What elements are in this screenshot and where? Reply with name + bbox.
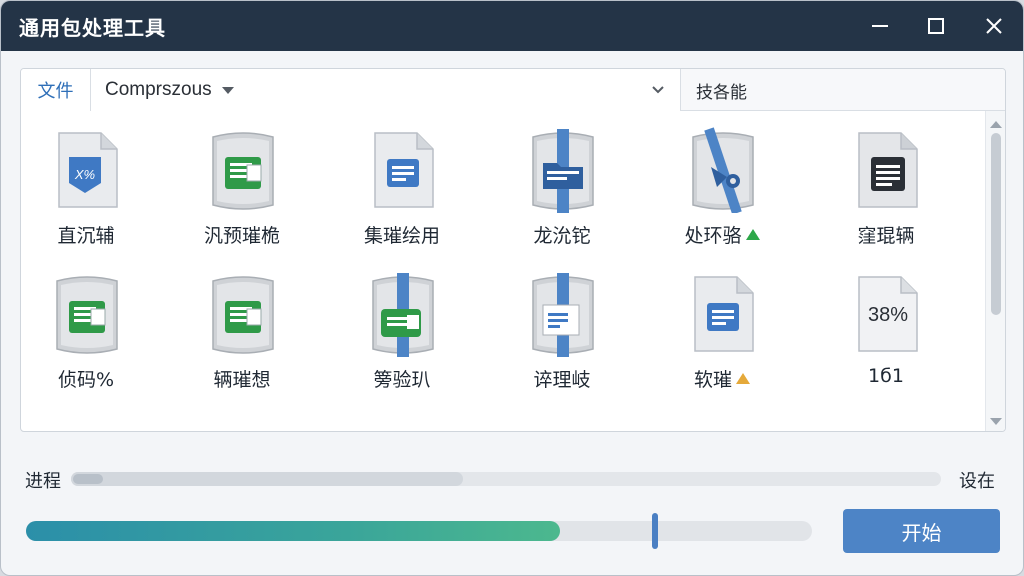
blue-folder-package-icon	[532, 129, 594, 213]
minimize-icon	[872, 25, 888, 27]
blue-strapped-document-icon	[532, 273, 594, 357]
file-item[interactable]: 篣验玐	[337, 271, 467, 411]
file-label: 软璀	[657, 365, 787, 392]
green-spreadsheet-package-icon	[212, 276, 274, 354]
blue-tool-package-icon	[692, 127, 754, 213]
text-document-icon	[858, 132, 918, 208]
file-label: 直沉辅	[57, 225, 115, 247]
svg-text:X%: X%	[74, 167, 95, 182]
file-label: 龙沇铊	[533, 225, 591, 247]
slider-handle[interactable]	[651, 513, 658, 549]
file-item[interactable]: 汎预璀桅	[177, 127, 307, 267]
start-button[interactable]: 开始	[843, 509, 1000, 553]
x-percent-document-icon: X%	[58, 132, 118, 208]
blue-document-icon	[694, 276, 754, 352]
file-label: 处环骆	[657, 221, 787, 248]
file-item[interactable]: 窪琨辆	[821, 127, 951, 267]
percent-document-icon: 38%	[858, 276, 918, 352]
file-label: 窪琨辆	[857, 225, 915, 247]
close-icon	[986, 18, 1002, 34]
file-item[interactable]: 软璀	[657, 271, 787, 411]
green-spreadsheet-package-icon	[212, 132, 274, 210]
panel-toolbar: 文件 Comprszous 技各能	[21, 69, 1005, 111]
green-strapped-package-icon	[372, 273, 434, 357]
file-item[interactable]: 龙沇铊	[497, 127, 627, 267]
slider-fill	[26, 521, 561, 541]
file-item[interactable]: 侦码%	[21, 271, 151, 411]
progress-indicator	[73, 474, 103, 484]
progress-label: 进程	[25, 471, 61, 492]
file-item[interactable]: 38% 1б1	[821, 271, 951, 411]
minimize-button[interactable]	[863, 11, 897, 41]
app-window: 通用包处理工具 文件 Comprszous 技各能 X% 直沉辅 汎预璀桅 集璀绘用 龙…	[0, 0, 1024, 576]
status-triangle-icon	[745, 229, 760, 240]
file-label: 集璀绘用	[363, 225, 440, 247]
scroll-up-icon[interactable]	[990, 121, 1002, 128]
progress-bar	[71, 472, 941, 486]
file-item[interactable]: X% 直沉辅	[21, 127, 151, 267]
blue-document-icon	[374, 132, 434, 208]
maximize-button[interactable]	[919, 11, 953, 41]
file-label: 汎预璀桅	[203, 225, 280, 247]
file-item[interactable]: 谇理岐	[497, 271, 627, 411]
dropdown-value: Comprszous	[105, 79, 212, 100]
progress-fill	[71, 472, 463, 486]
file-grid: X% 直沉辅 汎预璀桅 集璀绘用 龙沇铊 处环骆 窪琨辆侦码% 辆璀想 篣验玐 谇理岐 软璀 38% 1…	[21, 111, 985, 431]
svg-text:38%: 38%	[868, 304, 908, 326]
compression-dropdown[interactable]: Comprszous	[91, 69, 681, 111]
maximize-icon	[928, 18, 944, 34]
level-slider[interactable]	[26, 521, 812, 541]
file-label: 谇理岐	[533, 369, 591, 391]
scroll-down-icon[interactable]	[990, 418, 1002, 425]
caret-down-icon	[221, 86, 234, 94]
vertical-scrollbar[interactable]	[985, 111, 1005, 431]
title-bar[interactable]: 通用包处理工具	[1, 1, 1023, 51]
green-spreadsheet-package-icon	[56, 276, 118, 354]
file-label: 辆璀想	[213, 369, 271, 391]
file-label: 篣验玐	[373, 369, 431, 391]
file-label: 1б1	[868, 365, 904, 387]
file-item[interactable]: 辆璀想	[177, 271, 307, 411]
file-item[interactable]: 集璀绘用	[337, 127, 467, 267]
chevron-down-icon[interactable]	[650, 82, 666, 98]
scrollbar-thumb[interactable]	[991, 133, 1001, 315]
file-item[interactable]: 处环骆	[657, 127, 787, 267]
window-title: 通用包处理工具	[19, 15, 166, 40]
tools-label[interactable]: 技各能	[696, 69, 747, 111]
status-triangle-icon	[736, 373, 750, 384]
close-button[interactable]	[977, 11, 1011, 41]
settings-link[interactable]: 设在	[959, 467, 995, 493]
tab-file[interactable]: 文件	[21, 69, 91, 111]
file-panel: 文件 Comprszous 技各能 X% 直沉辅 汎预璀桅 集璀绘用 龙沇铊 处环骆 窪琨辆…	[20, 68, 1006, 432]
file-label: 侦码%	[57, 369, 115, 391]
